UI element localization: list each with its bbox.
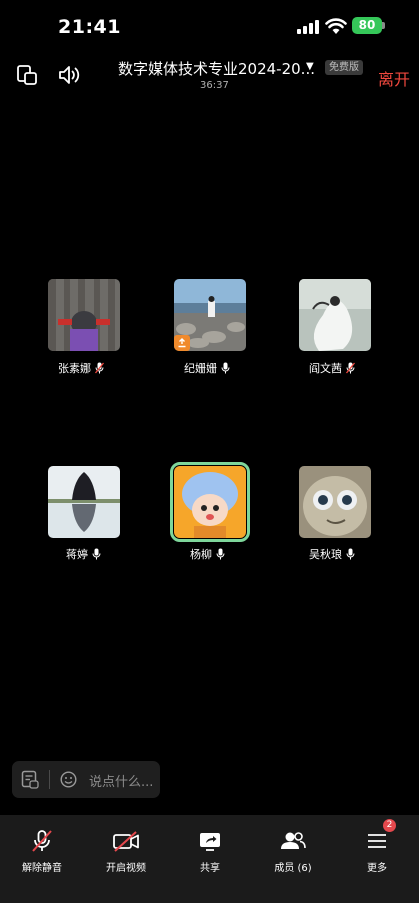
video-off-icon [113,831,139,852]
participant-name-row: 张素娜 [58,360,104,376]
start-video-label: 开启视频 [106,863,146,874]
participant-name-row: 吴秋琅 [309,546,355,562]
chevron-down-icon[interactable]: ▼ [306,61,314,72]
share-button[interactable]: 共享 [168,815,252,875]
more-label: 更多 [367,863,387,874]
participant-name: 吴秋琅 [309,548,342,561]
participant-avatar[interactable] [174,279,246,351]
participant-name: 纪姗姗 [184,362,217,375]
participant-avatar[interactable] [299,466,371,538]
mic-muted-icon [95,362,104,374]
emoji-icon[interactable] [60,771,77,788]
participant-name-row: 纪姗姗 [184,360,230,376]
chat-list-icon[interactable] [21,770,39,789]
menu-icon [368,834,386,848]
unmute-label: 解除静音 [22,863,62,874]
sharing-icon [174,335,190,351]
speaker-icon[interactable] [57,64,81,86]
notification-badge: 2 [383,819,396,832]
participant-name: 张素娜 [58,362,91,375]
participant-avatar[interactable] [299,279,371,351]
mic-muted-icon [346,362,355,374]
cellular-signal-icon [297,20,319,34]
chat-divider [49,770,50,789]
leave-button[interactable]: 离开 [378,66,410,90]
chat-input-placeholder[interactable]: 说点什么... [89,771,153,790]
share-screen-icon [200,833,220,851]
status-time: 21:41 [58,16,121,38]
participant-name: 蒋婷 [66,548,88,561]
battery-level: 80 [352,17,382,34]
participant-name: 阎文茜 [309,362,342,375]
mic-muted-icon [32,830,52,852]
participant-name-row: 杨柳 [190,546,225,562]
meeting-duration: 36:37 [200,80,229,91]
unmute-button[interactable]: 解除静音 [0,815,84,875]
participant-avatar[interactable] [48,466,120,538]
members-label: 成员 (6) [274,863,312,874]
participant-name: 杨柳 [190,548,212,561]
start-video-button[interactable]: 开启视频 [84,815,168,875]
mic-icon [216,548,225,560]
meeting-title[interactable]: 数字媒体技术专业2024-20... [118,58,315,79]
participant-name-row: 阎文茜 [309,360,355,376]
participant-avatar[interactable] [48,279,120,351]
battery-cap-icon [382,22,385,29]
plan-badge: 免费版 [325,60,363,75]
switch-window-icon[interactable] [16,64,38,86]
mic-icon [221,362,230,374]
members-icon [281,832,306,849]
share-label: 共享 [200,863,220,874]
wifi-icon [325,18,347,34]
mic-icon [92,548,101,560]
more-button[interactable]: 更多 [335,815,419,875]
members-button[interactable]: 成员 (6) [251,815,335,875]
participant-avatar-active[interactable] [170,462,250,542]
participant-name-row: 蒋婷 [66,546,101,562]
mic-icon [346,548,355,560]
